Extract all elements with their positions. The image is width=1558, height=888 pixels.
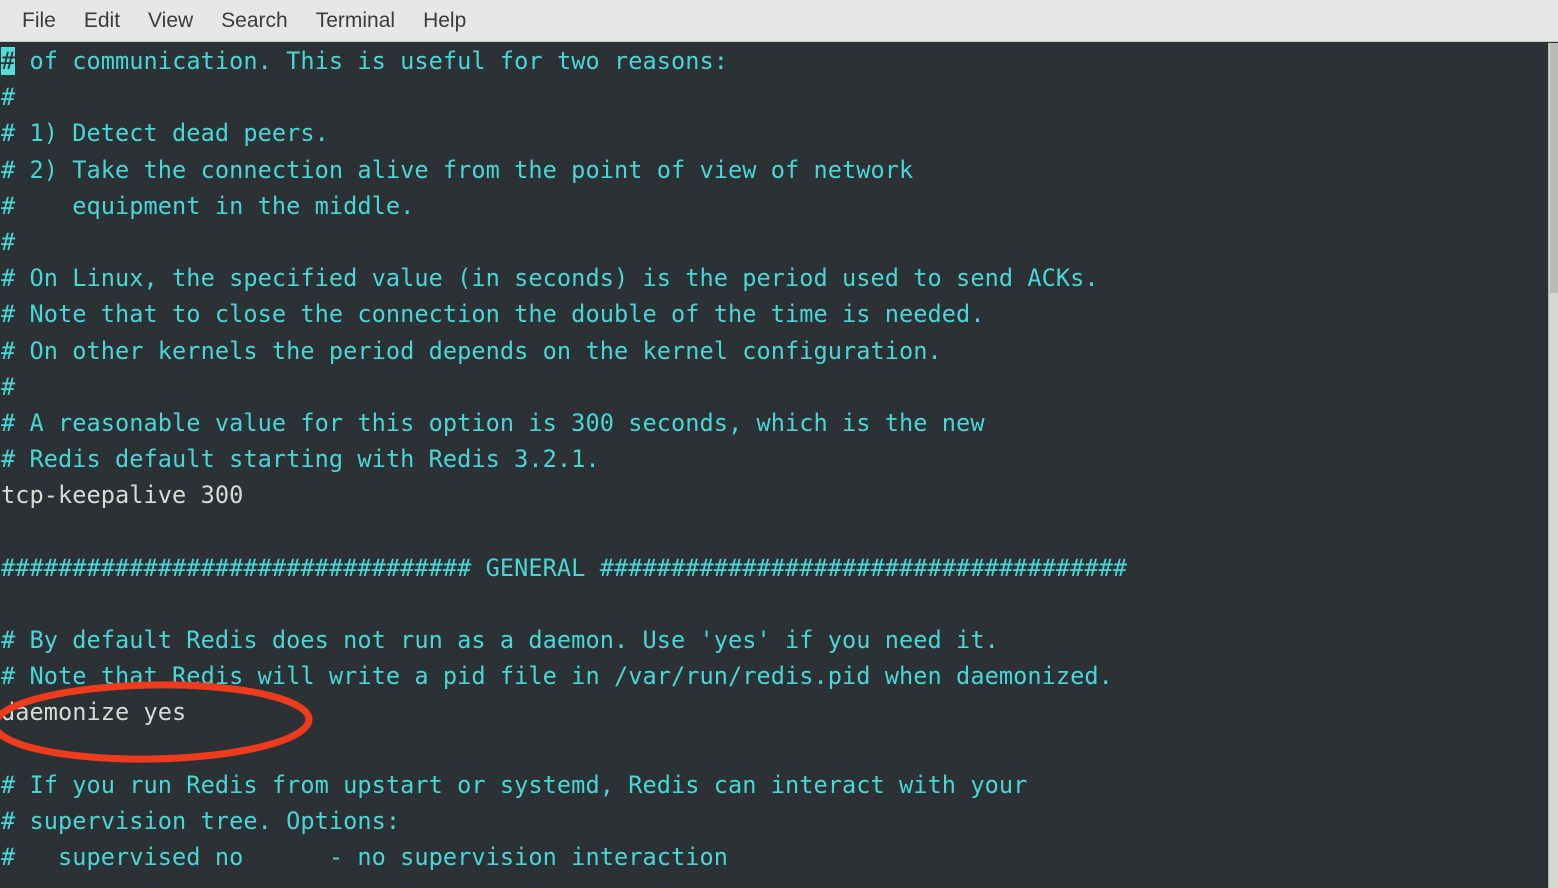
terminal-line: # Note that Redis will write a pid file … xyxy=(1,662,1113,691)
terminal-line: # On Linux, the specified value (in seco… xyxy=(1,264,1099,293)
terminal-line: # 1) Detect dead peers. xyxy=(1,119,329,148)
terminal-line: # 2) Take the connection alive from the … xyxy=(1,155,914,184)
terminal-line: # A reasonable value for this option is … xyxy=(1,408,985,437)
terminal-line: daemonize yes xyxy=(1,698,187,727)
terminal-line: # xyxy=(1,372,16,401)
terminal-line: tcp-keepalive 300 xyxy=(1,481,244,510)
vertical-scrollbar[interactable] xyxy=(1548,43,1558,888)
terminal-line: # supervised no - no supervision interac… xyxy=(1,843,728,872)
scrollbar-thumb[interactable] xyxy=(1550,43,1558,293)
terminal-line: # xyxy=(1,227,16,256)
menu-item-help[interactable]: Help xyxy=(409,7,480,34)
terminal-screen[interactable]: # of communication. This is useful for t… xyxy=(0,43,1548,888)
terminal-line: # supervision tree. Options: xyxy=(1,806,401,835)
terminal-line: # By default Redis does not run as a dae… xyxy=(1,626,999,654)
terminal-line: ################################# GENERA… xyxy=(1,553,1128,582)
terminal-line: # equipment in the middle. xyxy=(1,191,415,220)
terminal-line: # of communication. This is useful for t… xyxy=(1,47,728,75)
menu-bar: File Edit View Search Terminal Help xyxy=(0,0,1558,42)
terminal-line: # Note that to close the connection the … xyxy=(1,300,985,329)
terminal-window: File Edit View Search Terminal Help # of… xyxy=(0,0,1558,888)
menu-item-terminal[interactable]: Terminal xyxy=(302,7,409,34)
terminal-line: # On other kernels the period depends on… xyxy=(1,336,942,365)
terminal-line: # xyxy=(1,83,16,112)
terminal-line: # Redis default starting with Redis 3.2.… xyxy=(1,445,600,474)
text-cursor: # xyxy=(1,47,16,75)
menu-item-view[interactable]: View xyxy=(134,7,207,34)
terminal-line: # If you run Redis from upstart or syste… xyxy=(1,770,1028,799)
menu-item-edit[interactable]: Edit xyxy=(70,7,134,34)
menu-item-file[interactable]: File xyxy=(8,7,70,34)
terminal-text: # of communication. This is useful for t… xyxy=(0,43,1127,875)
menu-item-search[interactable]: Search xyxy=(207,7,302,34)
